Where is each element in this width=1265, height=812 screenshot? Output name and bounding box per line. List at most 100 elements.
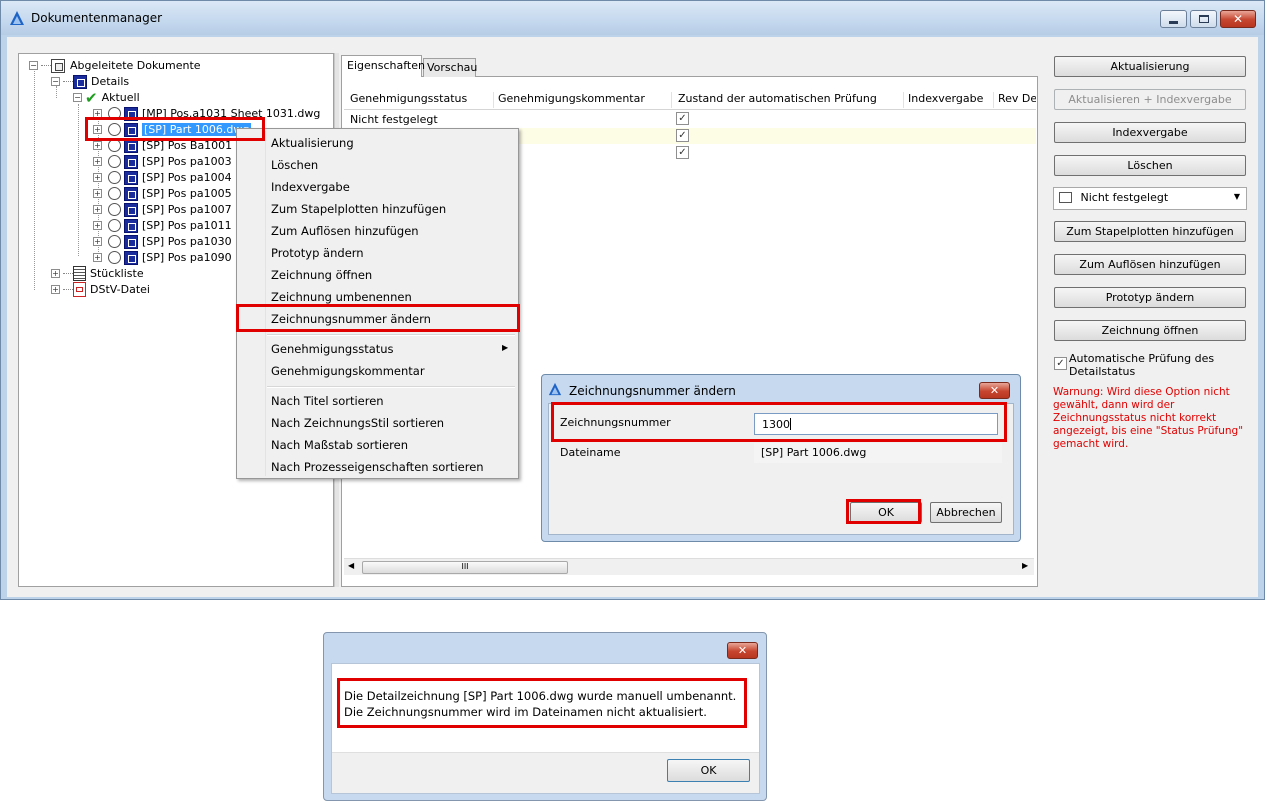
tree-node-bom[interactable]: + Stückliste — [51, 266, 144, 281]
column-header[interactable]: Indexvergabe — [904, 92, 994, 108]
tree-item[interactable]: + [SP] Pos pa1090 — [93, 250, 232, 265]
message-dialog: ✕ Die Detailzeichnung [SP] Part 1006.dwg… — [323, 632, 767, 801]
horizontal-scrollbar[interactable]: ◀ III ▶ — [344, 558, 1034, 575]
menu-item-sort-scale[interactable]: Nach Maßstab sortieren — [271, 438, 408, 452]
tree-item[interactable]: + [SP] Pos Ba1001 — [93, 138, 232, 153]
add-batch-plot-button[interactable]: Zum Stapelplotten hinzufügen — [1054, 221, 1246, 242]
expand-icon[interactable]: + — [93, 109, 102, 118]
dialog-close-button[interactable]: ✕ — [979, 382, 1010, 399]
tree-item[interactable]: + [SP] Pos pa1030 — [93, 234, 232, 249]
minimize-button[interactable] — [1160, 10, 1187, 28]
submenu-arrow-icon: ▶ — [502, 343, 509, 352]
tree-node-details[interactable]: − Details — [51, 74, 129, 89]
expand-icon[interactable]: + — [93, 221, 102, 230]
checkbox-checked[interactable]: ✓ — [676, 146, 689, 159]
tree-item[interactable]: + [SP] Pos pa1007 — [93, 202, 232, 217]
dialog-body: Die Detailzeichnung [SP] Part 1006.dwg w… — [331, 663, 760, 794]
checkbox-checked[interactable]: ✓ — [676, 129, 689, 142]
expand-icon[interactable]: + — [93, 157, 102, 166]
minimize-icon — [1169, 20, 1178, 24]
menu-item-sort-style[interactable]: Nach ZeichnungsStil sortieren — [271, 416, 444, 430]
menu-item-rename-drawing[interactable]: Zeichnung umbenennen — [271, 290, 412, 304]
close-button[interactable]: ✕ — [1220, 10, 1256, 28]
tree-item[interactable]: + [SP] Pos pa1004 — [93, 170, 232, 185]
expand-icon[interactable]: + — [93, 189, 102, 198]
tree-item[interactable]: + [SP] Pos pa1011 — [93, 218, 232, 233]
detail-drawing-icon — [124, 186, 138, 201]
maximize-button[interactable] — [1190, 10, 1217, 28]
collapse-icon[interactable]: − — [29, 61, 38, 70]
approval-status-dropdown[interactable]: Nicht festgelegt ▼ — [1053, 187, 1247, 210]
tree-node-dstv[interactable]: + DStV-Datei — [51, 282, 150, 297]
number-label: Zeichnungsnummer — [560, 416, 671, 429]
ok-button[interactable]: OK — [667, 759, 750, 782]
warning-text: Warnung: Wird diese Option nicht gewählt… — [1053, 386, 1244, 450]
menu-item-approval-comment[interactable]: Genehmigungskommentar — [271, 364, 425, 378]
open-drawing-button[interactable]: Zeichnung öffnen — [1054, 320, 1246, 341]
scroll-thumb[interactable]: III — [362, 561, 568, 574]
column-header[interactable]: Genehmigungsstatus — [346, 92, 494, 108]
delete-button[interactable]: Löschen — [1054, 155, 1246, 176]
menu-item-open-drawing[interactable]: Zeichnung öffnen — [271, 268, 372, 282]
drawing-number-value: 1300 — [762, 418, 790, 431]
tree-node-current[interactable]: − ✔ Aktuell — [73, 89, 140, 107]
menu-item-delete[interactable]: Löschen — [271, 158, 318, 172]
tab-properties[interactable]: Eigenschaften — [341, 55, 425, 77]
menu-item-change-drawing-number[interactable]: Zeichnungsnummer ändern — [271, 312, 431, 326]
expand-icon[interactable]: + — [93, 237, 102, 246]
maximize-icon — [1198, 15, 1209, 23]
tree-item[interactable]: + [MP] Pos.a1031 Sheet 1031.dwg — [93, 106, 320, 121]
tree-root[interactable]: − Abgeleitete Dokumente — [29, 58, 201, 73]
status-circle-icon — [108, 123, 121, 136]
column-header[interactable]: Genehmigungskommentar — [494, 92, 672, 108]
scroll-right-icon[interactable]: ▶ — [1022, 561, 1028, 570]
menu-item-add-batch-plot[interactable]: Zum Stapelplotten hinzufügen — [271, 202, 446, 216]
collapse-icon[interactable]: − — [51, 77, 60, 86]
expand-icon[interactable]: + — [93, 173, 102, 182]
detail-drawing-icon — [124, 250, 138, 265]
cancel-button[interactable]: Abbrechen — [930, 502, 1002, 523]
tree-item-label: [SP] Pos pa1005 — [142, 187, 232, 200]
tree-node-label: Stückliste — [90, 267, 144, 280]
tree-item[interactable]: + [SP] Pos pa1003 — [93, 154, 232, 169]
index-button[interactable]: Indexvergabe — [1054, 122, 1246, 143]
expand-icon[interactable]: + — [93, 141, 102, 150]
detail-drawing-icon — [124, 154, 138, 169]
column-header[interactable]: Zustand der automatischen Prüfung — [674, 92, 904, 108]
expand-icon[interactable]: + — [93, 125, 102, 134]
table-row[interactable]: Nicht festgelegt — [344, 112, 1036, 128]
dialog-close-button[interactable]: ✕ — [727, 642, 758, 659]
menu-item-add-explode[interactable]: Zum Auflösen hinzufügen — [271, 224, 419, 238]
refresh-button[interactable]: Aktualisierung — [1054, 56, 1246, 77]
menu-item-index[interactable]: Indexvergabe — [271, 180, 350, 194]
tab-preview[interactable]: Vorschau — [423, 58, 477, 77]
tree-item[interactable]: + [SP] Pos pa1005 — [93, 186, 232, 201]
window-title: Dokumentenmanager — [31, 11, 163, 25]
drawing-number-input[interactable]: 1300 — [754, 413, 998, 435]
column-header[interactable]: Rev De — [994, 92, 1036, 108]
tree-item-selected[interactable]: + [SP] Part 1006.dwg — [93, 122, 252, 137]
menu-item-sort-title[interactable]: Nach Titel sortieren — [271, 394, 384, 408]
dropdown-arrow-icon: ▼ — [1233, 192, 1240, 201]
checkbox-checked[interactable]: ✓ — [676, 112, 689, 125]
collapse-icon[interactable]: − — [73, 93, 82, 102]
expand-icon[interactable]: + — [93, 205, 102, 214]
refresh-index-button[interactable]: Aktualisieren + Indexvergabe — [1054, 89, 1246, 110]
tree-item-label: [SP] Pos pa1090 — [142, 251, 232, 264]
ok-button[interactable]: OK — [850, 502, 922, 523]
expand-icon[interactable]: + — [93, 253, 102, 262]
expand-icon[interactable]: + — [51, 269, 60, 278]
add-explode-button[interactable]: Zum Auflösen hinzufügen — [1054, 254, 1246, 275]
close-icon: ✕ — [1232, 12, 1244, 26]
menu-item-change-prototype[interactable]: Prototyp ändern — [271, 246, 364, 260]
tree-node-label: DStV-Datei — [90, 283, 150, 296]
change-prototype-button[interactable]: Prototyp ändern — [1054, 287, 1246, 308]
status-swatch-icon — [1059, 192, 1072, 203]
auto-check-checkbox[interactable]: ✓ — [1054, 357, 1067, 370]
menu-item-refresh[interactable]: Aktualisierung — [271, 136, 354, 150]
expand-icon[interactable]: + — [51, 285, 60, 294]
menu-item-sort-process[interactable]: Nach Prozesseigenschaften sortieren — [271, 460, 484, 474]
scroll-left-icon[interactable]: ◀ — [348, 561, 354, 570]
menu-item-approval-status[interactable]: Genehmigungsstatus — [271, 342, 394, 356]
status-circle-icon — [108, 187, 121, 200]
